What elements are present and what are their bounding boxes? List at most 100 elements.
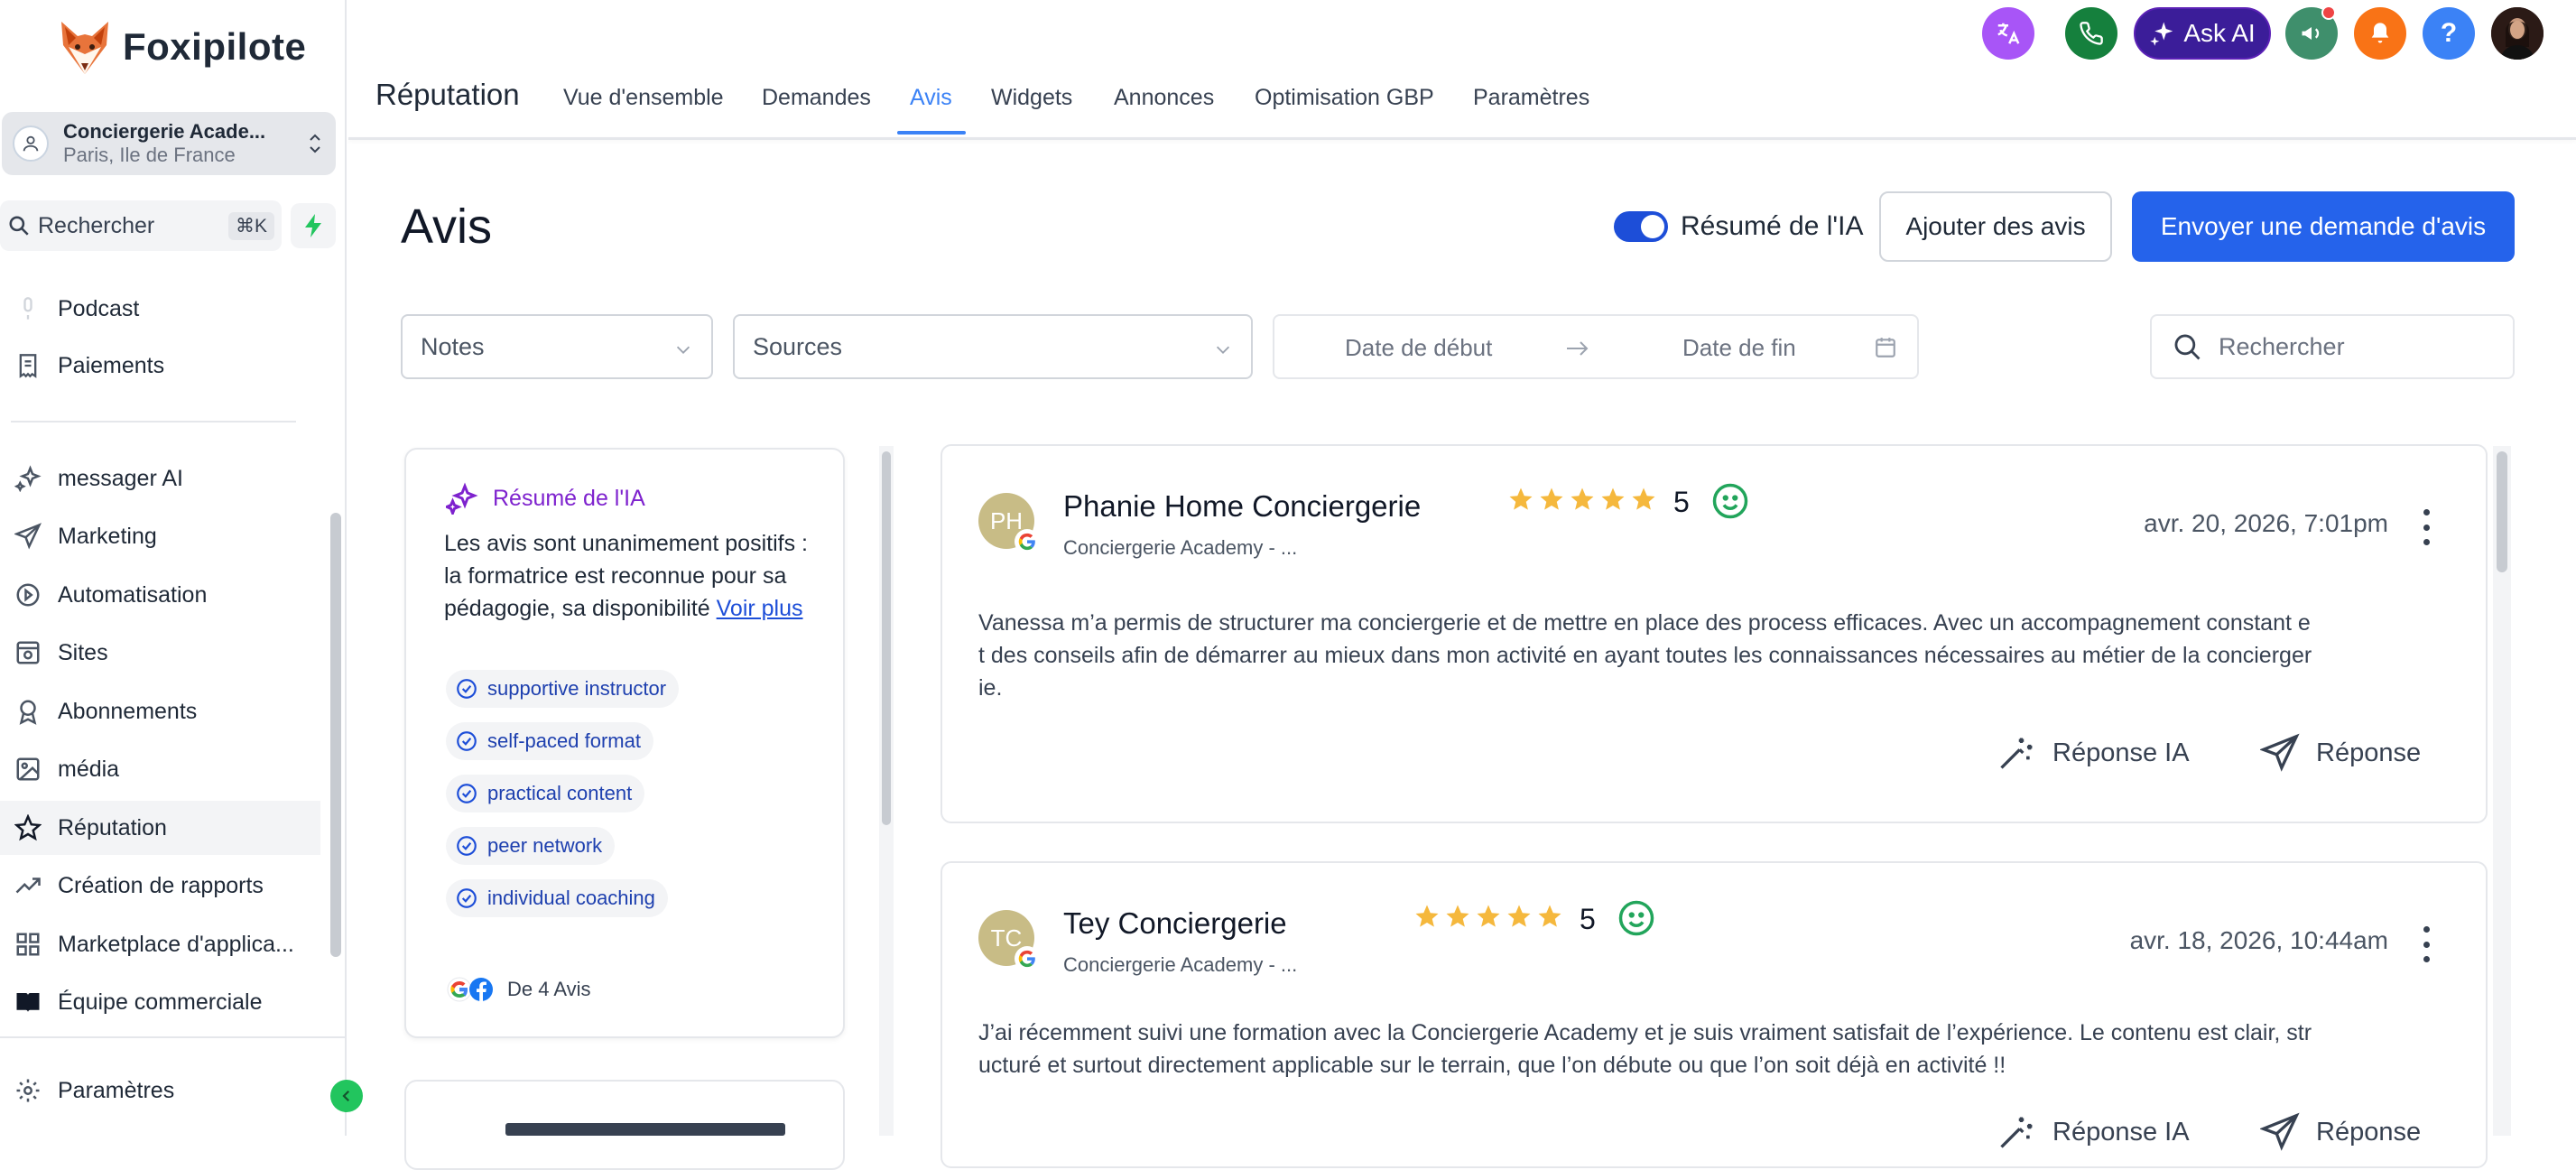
ai-tag: practical content	[446, 775, 645, 812]
quick-actions-button[interactable]	[291, 203, 336, 248]
star-icon	[1540, 488, 1563, 510]
magic-wand-icon	[1997, 733, 2036, 773]
reviewer-avatar: TC	[978, 910, 1040, 971]
sidebar-item-marketing[interactable]: Marketing	[0, 509, 320, 563]
tab-overview[interactable]: Vue d'ensemble	[563, 85, 724, 111]
announcements-button[interactable]	[2285, 5, 2338, 60]
sidebar-item-podcast[interactable]: Podcast	[0, 282, 320, 336]
ask-ai-button[interactable]: Ask AI	[2134, 7, 2271, 60]
send-review-request-button[interactable]: Envoyer une demande d'avis	[2132, 191, 2515, 262]
notifications-button[interactable]	[2354, 7, 2406, 60]
arrow-right-icon	[1565, 338, 1590, 359]
star-icon	[1601, 488, 1625, 510]
reply-label: Réponse	[2316, 738, 2422, 767]
badge-icon	[11, 694, 45, 729]
see-more-link[interactable]: Voir plus	[717, 596, 803, 621]
toggle-knob	[1641, 215, 1664, 238]
location-switcher[interactable]: Conciergerie Acade... Paris, Ile de Fran…	[2, 112, 336, 175]
magic-wand-icon	[1997, 1112, 2036, 1152]
megaphone-icon	[2299, 21, 2324, 46]
book-icon	[11, 985, 45, 1019]
sidebar-item-settings[interactable]: Paramètres	[0, 1063, 320, 1118]
star-rating	[1507, 486, 1657, 513]
tab-widgets[interactable]: Widgets	[991, 85, 1072, 111]
reviewer-avatar: PH	[978, 493, 1040, 554]
ask-ai-label: Ask AI	[2183, 19, 2256, 47]
header-divider	[348, 137, 2576, 140]
review-card: PH Phanie Home Conciergerie Conciergerie…	[941, 444, 2488, 823]
reviews-title: Avis	[401, 200, 493, 254]
star-icon	[1446, 905, 1469, 927]
sidebar-item-automation[interactable]: Automatisation	[0, 568, 320, 622]
automation-icon	[11, 578, 45, 612]
search-shortcut: ⌘K	[227, 211, 274, 240]
tab-gbp-optimization[interactable]: Optimisation GBP	[1255, 85, 1434, 111]
phone-button[interactable]	[2065, 7, 2117, 60]
tab-settings[interactable]: Paramètres	[1473, 85, 1589, 111]
secondary-card-title-partial	[505, 1123, 785, 1136]
smiley-icon	[1711, 482, 1749, 520]
sidebar-divider	[11, 421, 296, 422]
collapse-sidebar-button[interactable]	[330, 1080, 363, 1112]
google-icon	[1015, 946, 1040, 971]
end-date-input[interactable]: Date de fin	[1682, 334, 1796, 362]
ai-summary-toggle[interactable]	[1614, 211, 1668, 242]
ai-summary-toggle-label: Résumé de l'IA	[1681, 211, 1864, 241]
reply-button[interactable]: Réponse	[2260, 1112, 2421, 1152]
reviews-search-input[interactable]: Rechercher	[2150, 314, 2515, 379]
send-icon	[2260, 1112, 2300, 1152]
sidebar-item-payments[interactable]: Paiements	[0, 339, 320, 393]
sources-filter[interactable]: Sources	[733, 314, 1253, 379]
sidebar-search[interactable]: Rechercher ⌘K	[0, 200, 282, 251]
sparkles-icon	[446, 482, 478, 515]
star-icon	[1571, 488, 1594, 510]
add-reviews-button[interactable]: Ajouter des avis	[1879, 191, 2112, 262]
ai-tag-label: peer network	[487, 834, 603, 857]
review-more-menu[interactable]	[2421, 509, 2432, 545]
star-icon	[11, 811, 45, 845]
sidebar-item-marketplace[interactable]: Marketplace d'applica...	[0, 917, 320, 971]
phone-icon	[2079, 21, 2104, 46]
search-icon	[7, 214, 31, 237]
date-range-picker[interactable]: Date de début Date de fin	[1273, 314, 1919, 379]
google-facebook-icon	[446, 975, 495, 1004]
star-icon	[1632, 488, 1655, 510]
review-more-menu[interactable]	[2421, 926, 2432, 962]
sidebar-item-subscriptions[interactable]: Abonnements	[0, 684, 320, 738]
tab-requests[interactable]: Demandes	[762, 85, 871, 111]
check-circle-icon	[455, 729, 478, 753]
sidebar-item-ai-messenger[interactable]: messager AI	[0, 451, 320, 506]
sidebar-scrollbar-thumb[interactable]	[330, 513, 341, 957]
sidebar-search-label: Rechercher	[38, 212, 155, 238]
reply-button[interactable]: Réponse	[2260, 733, 2421, 773]
left-panel-scrollbar-thumb[interactable]	[882, 451, 891, 825]
star-icon	[1477, 905, 1500, 927]
ai-reply-button[interactable]: Réponse IA	[1997, 733, 2190, 773]
ai-reply-button[interactable]: Réponse IA	[1997, 1112, 2190, 1152]
apps-icon	[11, 927, 45, 961]
user-avatar[interactable]	[2491, 7, 2544, 60]
star-icon	[1507, 905, 1531, 927]
review-date: avr. 18, 2026, 10:44am	[2129, 926, 2388, 954]
sidebar-item-reputation[interactable]: Réputation	[0, 801, 320, 855]
star-icon	[1538, 905, 1561, 927]
start-date-input[interactable]: Date de début	[1345, 334, 1492, 362]
sidebar-item-sites[interactable]: Sites	[0, 626, 320, 680]
translate-button[interactable]	[1982, 7, 2034, 60]
ratings-filter[interactable]: Notes	[401, 314, 713, 379]
location-city: Paris, Ile de France	[63, 144, 236, 166]
sidebar-item-reports[interactable]: Création de rapports	[0, 859, 320, 913]
app-name: Foxipilote	[123, 25, 307, 68]
check-circle-icon	[455, 887, 478, 910]
ai-tag: peer network	[446, 827, 616, 865]
sidebar-item-media[interactable]: média	[0, 742, 320, 796]
reviews-scrollbar-thumb[interactable]	[2497, 451, 2507, 572]
reply-label: Réponse	[2316, 1117, 2422, 1147]
app-logo[interactable]: Foxipilote	[56, 18, 306, 76]
help-button[interactable]: ?	[2423, 7, 2475, 60]
sidebar-item-sales-team[interactable]: Équipe commerciale	[0, 975, 320, 1029]
notification-dot	[2321, 5, 2336, 20]
tab-listings[interactable]: Annonces	[1114, 85, 1214, 111]
sidebar-item-label: média	[58, 756, 120, 782]
tab-reviews[interactable]: Avis	[910, 85, 952, 111]
